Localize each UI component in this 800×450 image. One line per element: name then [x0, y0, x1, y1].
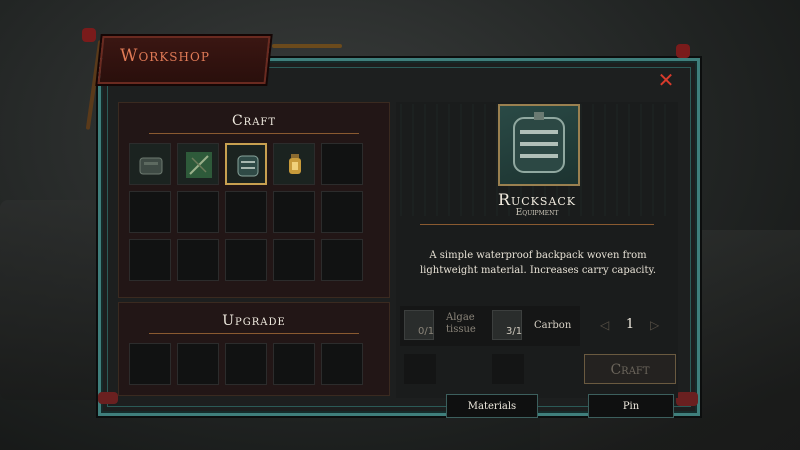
item-name: Rucksack	[497, 190, 577, 209]
craft-slot[interactable]	[177, 143, 219, 185]
upgrade-slot-empty[interactable]	[129, 343, 171, 385]
item-preview	[498, 104, 580, 186]
material-name: Algae tissue	[446, 312, 476, 335]
divider	[420, 224, 654, 225]
craft-grid	[129, 143, 363, 281]
craft-slot[interactable]	[129, 143, 171, 185]
item-type: Equipment	[515, 208, 559, 218]
craft-slot-empty[interactable]	[225, 239, 267, 281]
backpack-small-icon	[139, 157, 163, 175]
divider	[149, 133, 359, 134]
item-description: A simple waterproof backpack woven from …	[419, 250, 657, 276]
crossbow-icon	[186, 152, 212, 178]
craft-slot-empty[interactable]	[321, 239, 363, 281]
craft-slot-empty[interactable]	[273, 239, 315, 281]
quantity-value: 1	[625, 317, 635, 332]
upgrade-slot-empty[interactable]	[177, 343, 219, 385]
window-title: Workshop	[120, 46, 210, 66]
material-slot-empty	[404, 354, 436, 384]
vine-decoration	[676, 44, 690, 58]
upgrade-slot-empty[interactable]	[273, 343, 315, 385]
upgrade-panel: Upgrade	[118, 302, 390, 396]
material-count: 3/1	[506, 326, 523, 337]
craft-slot-empty[interactable]	[177, 239, 219, 281]
close-icon[interactable]: ✕	[656, 70, 676, 90]
vine-decoration	[98, 392, 118, 404]
upgrade-section-title: Upgrade	[222, 313, 286, 329]
vine-decoration	[676, 392, 698, 406]
material-slot-empty	[492, 354, 524, 384]
vine-decoration	[82, 28, 96, 42]
pin-button[interactable]: Pin	[588, 394, 674, 418]
rucksack-preview-icon	[513, 112, 565, 173]
craft-slot-selected[interactable]	[225, 143, 267, 185]
upgrade-slot-empty[interactable]	[225, 343, 267, 385]
craft-slot-empty[interactable]	[129, 239, 171, 281]
craft-slot[interactable]	[273, 143, 315, 185]
craft-section-title: Craft	[231, 113, 277, 129]
quantity-increase-icon[interactable]: ▷	[650, 318, 662, 332]
quantity-decrease-icon[interactable]: ◁	[600, 318, 612, 332]
rucksack-icon	[237, 155, 259, 177]
material-count: 0/1	[418, 326, 435, 337]
divider	[149, 333, 359, 334]
vine-decoration	[272, 44, 342, 48]
craft-button[interactable]: Craft	[584, 354, 676, 384]
craft-slot-empty[interactable]	[225, 191, 267, 233]
craft-slot-empty[interactable]	[321, 191, 363, 233]
lantern-icon	[289, 154, 301, 174]
craft-slot-empty[interactable]	[273, 191, 315, 233]
upgrade-slot-empty[interactable]	[321, 343, 363, 385]
craft-slot-empty[interactable]	[321, 143, 363, 185]
craft-slot-empty[interactable]	[177, 191, 219, 233]
upgrade-grid	[129, 343, 363, 385]
materials-button[interactable]: Materials	[446, 394, 538, 418]
craft-slot-empty[interactable]	[129, 191, 171, 233]
material-name: Carbon	[534, 320, 572, 331]
craft-panel: Craft	[118, 102, 390, 298]
